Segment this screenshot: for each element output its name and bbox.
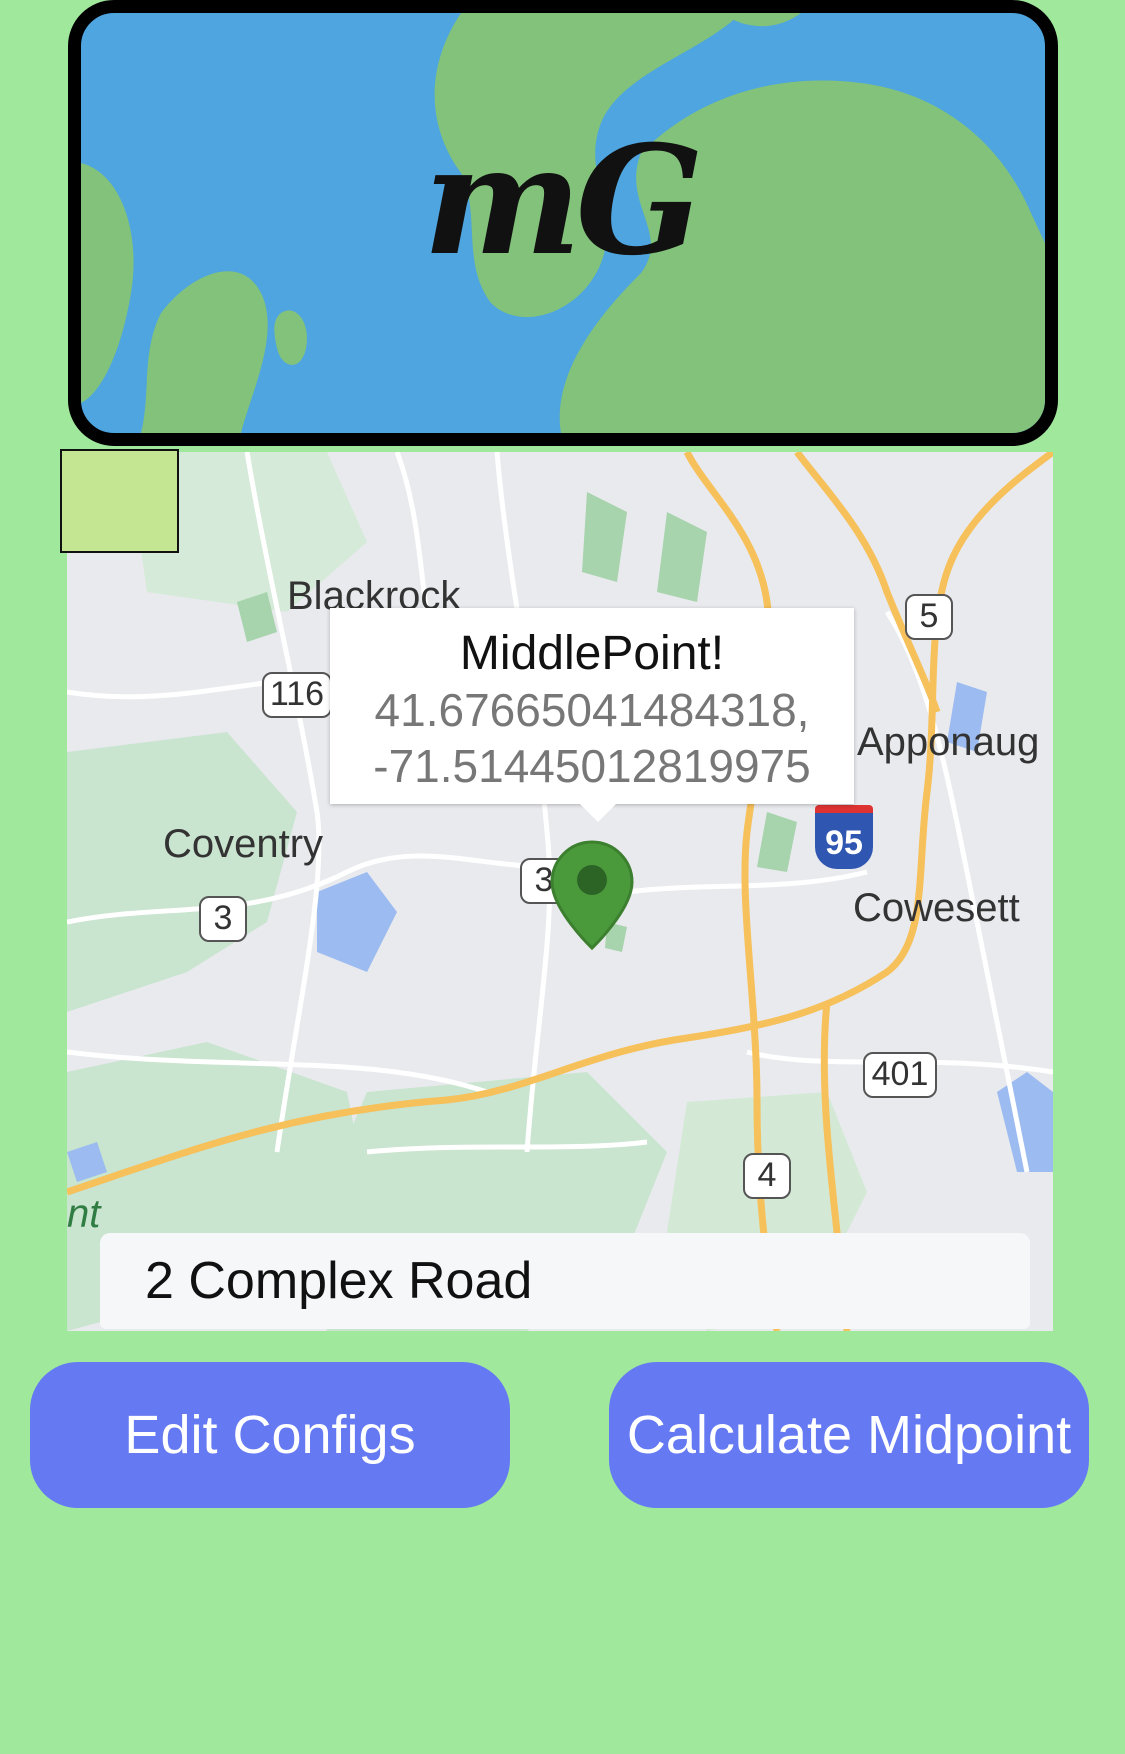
address-field[interactable]: 2 Complex Road <box>100 1233 1030 1329</box>
route-shield-4: 4 <box>743 1153 791 1199</box>
map-label-partial: nt <box>67 1192 101 1236</box>
app-logo-banner: mG <box>68 0 1058 446</box>
route-shield-5: 5 <box>905 594 953 640</box>
route-shield-116: 116 <box>262 672 332 718</box>
map-label-apponaug: Apponaug <box>857 720 1040 764</box>
callout-title: MiddlePoint! <box>459 627 725 680</box>
logo-text: mG <box>423 113 704 289</box>
map-view[interactable]: Blackrock Coventry Apponaug Cowesett nt … <box>67 452 1053 1331</box>
map-label-cowesett: Cowesett <box>853 886 1020 930</box>
interstate-shield-95: 95 <box>815 805 873 869</box>
calculate-midpoint-button[interactable]: Calculate Midpoint <box>609 1362 1089 1508</box>
route-shield-401: 401 <box>863 1052 937 1098</box>
map-label-coventry: Coventry <box>163 822 324 866</box>
callout-longitude: -71.51445012819975 <box>373 740 811 792</box>
corner-square <box>60 449 179 553</box>
midpoint-callout: MiddlePoint! 41.67665041484318, -71.5144… <box>330 608 854 822</box>
callout-latitude: 41.67665041484318, <box>374 684 810 736</box>
midpoint-marker-icon[interactable] <box>550 840 634 952</box>
edit-configs-button[interactable]: Edit Configs <box>30 1362 510 1508</box>
route-shield-3-west: 3 <box>199 896 247 942</box>
